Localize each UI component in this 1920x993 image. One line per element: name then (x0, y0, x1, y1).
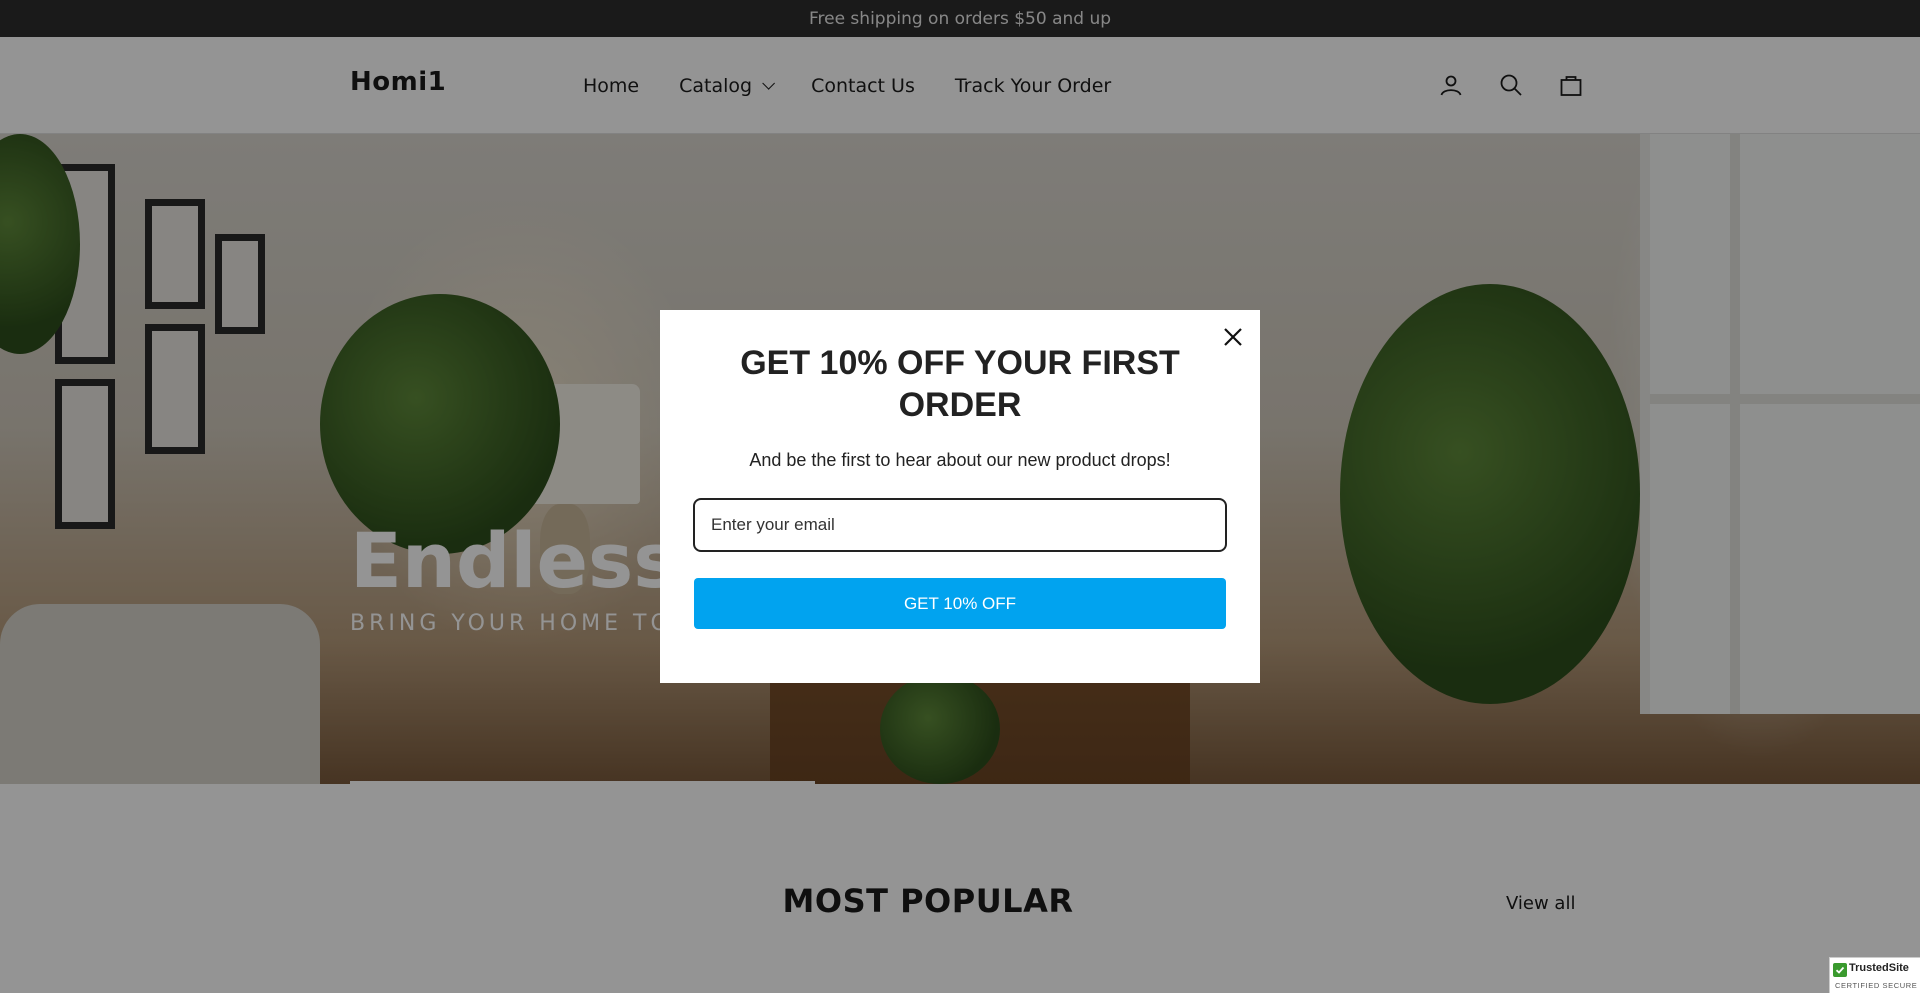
discount-popup: GET 10% OFF YOUR FIRST ORDER And be the … (660, 310, 1260, 683)
trust-badge-name: TrustedSite (1849, 962, 1909, 974)
popup-title: GET 10% OFF YOUR FIRST ORDER (740, 344, 1180, 424)
trustedsite-badge[interactable]: TrustedSite CERTIFIED SECURE (1829, 957, 1920, 993)
email-field[interactable] (693, 498, 1227, 552)
check-icon (1833, 963, 1847, 977)
trust-badge-sub: CERTIFIED SECURE (1835, 981, 1918, 990)
close-icon[interactable] (1218, 322, 1248, 352)
popup-text: And be the first to hear about our new p… (749, 450, 1171, 470)
get-discount-button[interactable]: GET 10% OFF (694, 578, 1226, 629)
